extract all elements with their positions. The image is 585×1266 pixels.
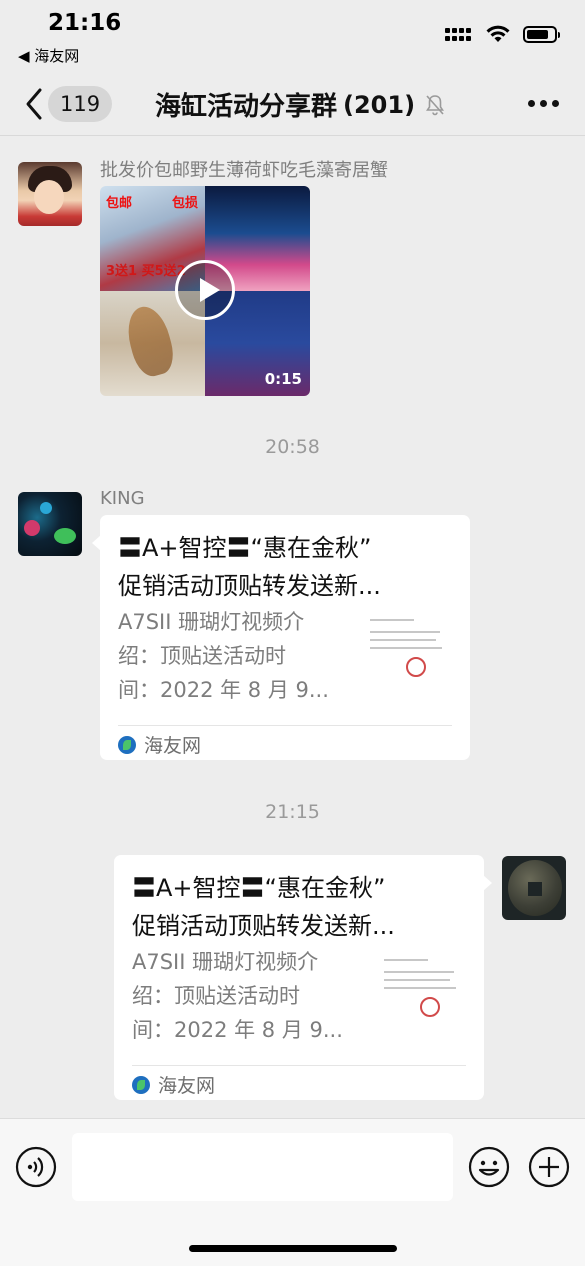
- video-duration: 0:15: [264, 370, 302, 388]
- status-icons: [445, 24, 560, 44]
- sender-name: KING: [100, 488, 145, 509]
- card-title: 〓A+智控〓“惠在金秋” 促销活动顶贴转发送新...: [118, 529, 458, 605]
- source-name: 海友网: [144, 735, 202, 757]
- card-description: A7SII 珊瑚灯视频介 绍：顶贴送活动时 间：2022 年 8 月 9...: [132, 945, 352, 1047]
- video-thumb-label: 3送1 买5送2: [106, 264, 186, 279]
- source-app-icon: [118, 735, 136, 754]
- cellular-signal-icon: [445, 26, 473, 42]
- status-bar: 21:16 ◀ 海友网: [0, 0, 585, 72]
- link-card[interactable]: 〓A+智控〓“惠在金秋” 促销活动顶贴转发送新... A7SII 珊瑚灯视频介 …: [92, 515, 470, 760]
- avatar[interactable]: [18, 162, 82, 226]
- video-thumb-label: 包损: [172, 196, 199, 211]
- card-title-line: 〓A+智控〓“惠在金秋”: [118, 534, 372, 562]
- plus-icon[interactable]: [528, 1146, 570, 1188]
- card-title: 〓A+智控〓“惠在金秋” 促销活动顶贴转发送新...: [132, 869, 472, 945]
- source-app-icon: [132, 1075, 150, 1094]
- video-message[interactable]: 包邮 包损 3送1 买5送2 0:15: [100, 186, 310, 396]
- message-input[interactable]: [72, 1133, 453, 1201]
- emoji-icon[interactable]: [468, 1146, 510, 1188]
- link-card[interactable]: 〓A+智控〓“惠在金秋” 促销活动顶贴转发送新... A7SII 珊瑚灯视频介 …: [114, 855, 492, 1100]
- unread-count-badge[interactable]: 119: [48, 86, 113, 122]
- group-name: 海缸活动分享群: [155, 92, 338, 122]
- source-name: 海友网: [158, 1075, 216, 1097]
- wifi-icon: [486, 25, 510, 42]
- message-timestamp: 20:58: [265, 436, 320, 458]
- card-desc-line: 间：2022 年 8 月 9...: [118, 678, 329, 702]
- mute-bell-icon: [426, 94, 445, 115]
- video-thumb-label: 包邮: [106, 196, 133, 211]
- avatar[interactable]: [18, 492, 82, 556]
- card-divider: [118, 725, 452, 726]
- home-indicator[interactable]: [189, 1245, 397, 1252]
- card-desc-line: 间：2022 年 8 月 9...: [132, 1018, 343, 1042]
- card-desc-line: 绍：顶贴送活动时: [132, 984, 300, 1008]
- card-thumbnail: [362, 607, 452, 697]
- back-chevron-icon[interactable]: [20, 86, 50, 122]
- battery-icon: [523, 25, 560, 43]
- chat-title: 海缸活动分享群 (201): [155, 86, 447, 123]
- card-desc-line: 绍：顶贴送活动时: [118, 644, 286, 668]
- status-time: 21:16: [48, 10, 122, 36]
- member-count: (201): [343, 90, 416, 119]
- card-title-line: 促销活动顶贴转发送新...: [118, 572, 381, 600]
- status-back-to-app[interactable]: ◀ 海友网: [18, 45, 79, 66]
- card-title-line: 〓A+智控〓“惠在金秋”: [132, 874, 386, 902]
- battery-fill: [527, 29, 548, 39]
- more-icon[interactable]: [528, 100, 559, 107]
- card-desc-line: A7SII 珊瑚灯视频介: [118, 610, 305, 634]
- card-thumbnail: [376, 947, 466, 1037]
- card-description: A7SII 珊瑚灯视频介 绍：顶贴送活动时 间：2022 年 8 月 9...: [118, 605, 338, 707]
- card-source: 海友网: [132, 1071, 215, 1098]
- card-title-line: 促销活动顶贴转发送新...: [132, 912, 395, 940]
- my-avatar[interactable]: [502, 856, 566, 920]
- play-icon[interactable]: [175, 260, 235, 320]
- card-source: 海友网: [118, 731, 201, 758]
- card-divider: [132, 1065, 466, 1066]
- voice-icon[interactable]: [15, 1146, 57, 1188]
- card-desc-line: A7SII 珊瑚灯视频介: [132, 950, 319, 974]
- sender-name: 批发价包邮野生薄荷虾吃毛藻寄居蟹: [100, 160, 388, 181]
- chat-nav-bar: 119 海缸活动分享群 (201): [0, 72, 585, 136]
- message-timestamp: 21:15: [265, 801, 320, 823]
- chat-input-bar: [0, 1118, 585, 1266]
